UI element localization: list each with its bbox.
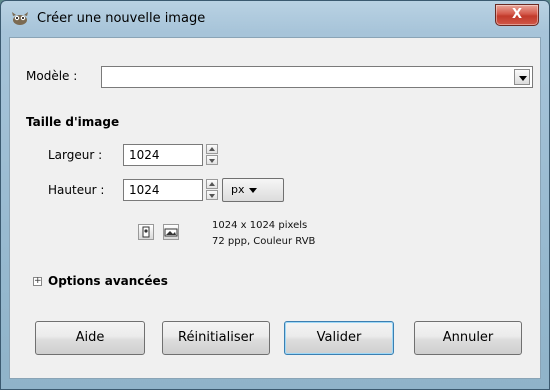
spin-down-icon[interactable] (206, 155, 218, 165)
image-size-heading: Taille d'image (26, 115, 120, 129)
width-input[interactable]: 1024 (123, 144, 203, 166)
chevron-down-icon[interactable] (514, 69, 530, 85)
template-label: Modèle : (26, 69, 78, 83)
close-button[interactable]: X (495, 4, 539, 26)
width-spinner[interactable] (206, 144, 218, 166)
gimp-app-icon (12, 12, 28, 25)
spin-up-icon[interactable] (206, 179, 218, 189)
height-spinner[interactable] (206, 179, 218, 201)
portrait-icon[interactable] (138, 224, 154, 240)
landscape-icon[interactable] (163, 224, 179, 240)
chevron-down-icon (249, 188, 257, 193)
height-value: 1024 (129, 183, 160, 197)
width-label: Largeur : (48, 148, 103, 162)
advanced-options-toggle[interactable]: Options avancées (48, 274, 168, 288)
reset-button[interactable]: Réinitialiser (162, 321, 270, 355)
expander-plus-icon[interactable]: + (33, 277, 42, 286)
size-info-line2: 72 ppp, Couleur RVB (212, 236, 316, 247)
dialog-content: Modèle : Taille d'image Largeur : 1024 H… (9, 37, 541, 379)
spin-down-icon[interactable] (206, 190, 218, 200)
width-value: 1024 (129, 148, 160, 162)
dialog-window: Créer une nouvelle image X Modèle : Tail… (0, 0, 550, 390)
height-label: Hauteur : (48, 183, 105, 197)
spin-up-icon[interactable] (206, 144, 218, 154)
template-combobox[interactable] (101, 66, 533, 88)
ok-button[interactable]: Valider (284, 321, 394, 355)
title-bar[interactable]: Créer une nouvelle image X (1, 1, 549, 37)
unit-value: px (231, 183, 245, 196)
unit-dropdown[interactable]: px (222, 178, 284, 202)
cancel-button[interactable]: Annuler (414, 321, 522, 355)
height-input[interactable]: 1024 (123, 179, 203, 201)
help-button[interactable]: Aide (35, 321, 145, 355)
window-title: Créer une nouvelle image (37, 11, 206, 26)
size-info-line1: 1024 x 1024 pixels (212, 220, 308, 231)
close-icon: X (511, 7, 523, 22)
